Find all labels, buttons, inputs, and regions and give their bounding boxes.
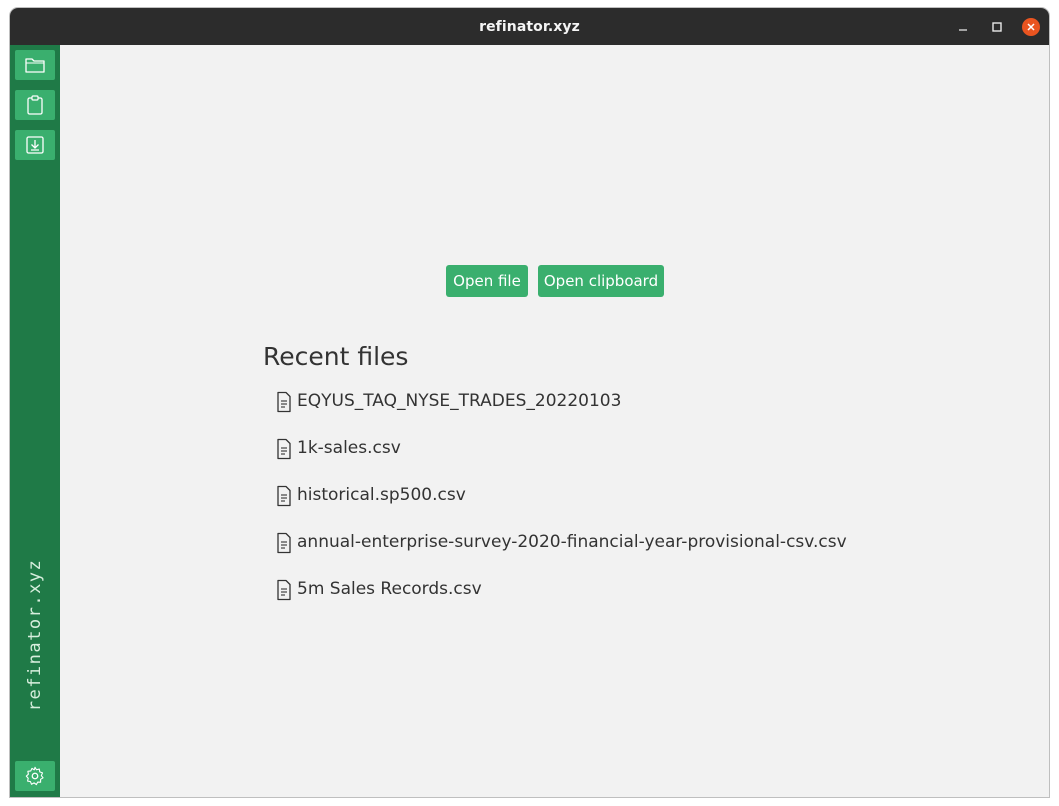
- sidebar-brand: refinator.xyz: [25, 558, 45, 712]
- recent-file-label: historical.sp500.csv: [297, 485, 466, 505]
- file-icon: [277, 391, 291, 413]
- minimize-icon: [959, 28, 967, 31]
- recent-file-label: annual-enterprise-survey-2020-financial-…: [297, 532, 847, 552]
- file-icon: [277, 579, 291, 601]
- minimize-button[interactable]: [953, 17, 973, 37]
- main-panel: Open file Open clipboard Recent files EQ…: [60, 45, 1049, 797]
- import-icon: [26, 136, 44, 154]
- settings-button[interactable]: [15, 761, 55, 791]
- close-icon: [1027, 22, 1035, 31]
- window-title: refinator.xyz: [479, 18, 580, 35]
- file-icon: [277, 485, 291, 507]
- recent-file-label: 5m Sales Records.csv: [297, 579, 482, 599]
- folder-icon: [25, 58, 45, 73]
- recent-file-item[interactable]: 5m Sales Records.csv: [275, 577, 1035, 624]
- sidebar: refinator.xyz: [10, 45, 60, 797]
- app-window: refinator.xyz refinator.xyz Open file Op…: [10, 8, 1049, 797]
- window-controls: [953, 8, 1041, 45]
- recent-file-item[interactable]: historical.sp500.csv: [275, 483, 1035, 530]
- clipboard-icon: [27, 95, 43, 115]
- recent-file-item[interactable]: 1k-sales.csv: [275, 436, 1035, 483]
- open-clipboard-button[interactable]: Open clipboard: [538, 265, 664, 297]
- recent-files-heading: Recent files: [263, 342, 409, 371]
- recent-file-label: EQYUS_TAQ_NYSE_TRADES_20220103: [297, 391, 622, 411]
- recent-files-list: EQYUS_TAQ_NYSE_TRADES_20220103 1k-sales.…: [275, 389, 1035, 624]
- recent-file-label: 1k-sales.csv: [297, 438, 401, 458]
- open-file-button[interactable]: Open file: [446, 265, 528, 297]
- recent-file-item[interactable]: EQYUS_TAQ_NYSE_TRADES_20220103: [275, 389, 1035, 436]
- file-icon: [277, 438, 291, 460]
- gear-icon: [25, 766, 44, 786]
- title-bar: refinator.xyz: [10, 8, 1049, 45]
- close-button[interactable]: [1021, 17, 1041, 37]
- recent-file-item[interactable]: annual-enterprise-survey-2020-financial-…: [275, 530, 1035, 577]
- file-icon: [277, 532, 291, 554]
- open-folder-button[interactable]: [15, 50, 55, 80]
- maximize-button[interactable]: [987, 17, 1007, 37]
- clipboard-button[interactable]: [15, 90, 55, 120]
- import-button[interactable]: [15, 130, 55, 160]
- maximize-icon: [992, 21, 1002, 32]
